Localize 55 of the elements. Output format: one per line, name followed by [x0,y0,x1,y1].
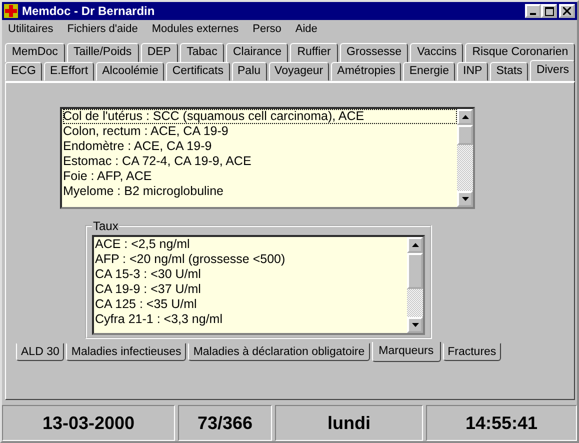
tab[interactable]: Voyageur [268,62,330,81]
list-item[interactable]: Myelome : B2 microglobuline [63,184,457,199]
tab[interactable]: Vaccins [410,43,464,62]
list-item[interactable]: Colon, rectum : ACE, CA 19-9 [63,124,457,139]
tab[interactable]: E.Effort [44,62,94,81]
cross-icon [4,4,18,18]
tab[interactable]: INP [457,62,488,81]
tab[interactable]: Marqueurs [372,342,441,362]
status-panel: 73/366 [178,405,272,441]
list-item[interactable]: CA 15-3 : <30 U/ml [95,267,407,282]
tab[interactable]: Fractures [442,343,502,361]
close-icon [563,7,571,15]
menu-item[interactable]: Utilitaires [8,23,54,35]
tab[interactable]: ECG [5,62,42,81]
tab[interactable]: Energie [403,62,456,81]
menu-item[interactable]: Fichiers d'aide [67,23,138,35]
tab[interactable]: Taille/Poids [66,43,138,62]
tab[interactable]: Stats [490,62,528,81]
menu-item[interactable]: Perso [252,23,282,35]
close-button[interactable] [559,4,575,18]
tab[interactable]: Alcoolémie [96,62,164,81]
list-item[interactable]: Cyfra 21-1 : <3,3 ng/ml [95,312,407,327]
menu-item[interactable]: Modules externes [152,23,239,35]
status-panel: 14:55:41 [426,405,577,441]
window-title: Memdoc - Dr Bernardin [22,4,156,18]
list-item[interactable]: Estomac : CA 72-4, CA 19-9, ACE [63,154,457,169]
list-item[interactable]: Endomètre : ACE, CA 19-9 [63,139,457,154]
status-panel: lundi [275,405,423,441]
scroll-bar[interactable] [457,109,473,207]
maximize-button[interactable] [541,4,557,18]
tab[interactable]: DEP [140,43,178,62]
list-item[interactable]: ACE : <2,5 ng/ml [95,237,407,252]
list-item[interactable]: Foie : AFP, ACE [63,169,457,184]
tab[interactable]: Palu [232,62,267,81]
minimize-button[interactable] [525,4,541,18]
group-title: Taux [92,219,120,233]
tab[interactable]: Grossesse [340,43,408,62]
tab[interactable]: Tabac [180,43,224,62]
status-panel: 13-03-2000 [2,405,175,441]
menu-item[interactable]: Aide [295,23,318,35]
tab[interactable]: Certificats [166,62,230,81]
tab[interactable]: Amétropies [331,62,402,81]
tab[interactable]: Divers [530,60,576,81]
list-item[interactable]: CA 19-9 : <37 U/ml [95,282,407,297]
list-item[interactable]: CA 125 : <35 U/ml [95,297,407,312]
tab[interactable]: Maladies infectieuses [66,343,186,361]
list-item[interactable]: Col de l'utérus : SCC (squamous cell carcinoma), ACE [63,109,457,124]
tab[interactable]: Clairance [226,43,288,62]
tab[interactable]: ALD 30 [16,343,64,361]
tab[interactable]: Maladies à déclaration obligatoire [188,343,370,361]
tab[interactable]: MemDoc [5,43,65,62]
maximize-icon [544,6,554,16]
list-item[interactable]: AFP : <20 ng/ml (grossesse <500) [95,252,407,267]
scroll-bar[interactable] [407,237,423,333]
tab[interactable]: Ruffier [290,43,338,62]
